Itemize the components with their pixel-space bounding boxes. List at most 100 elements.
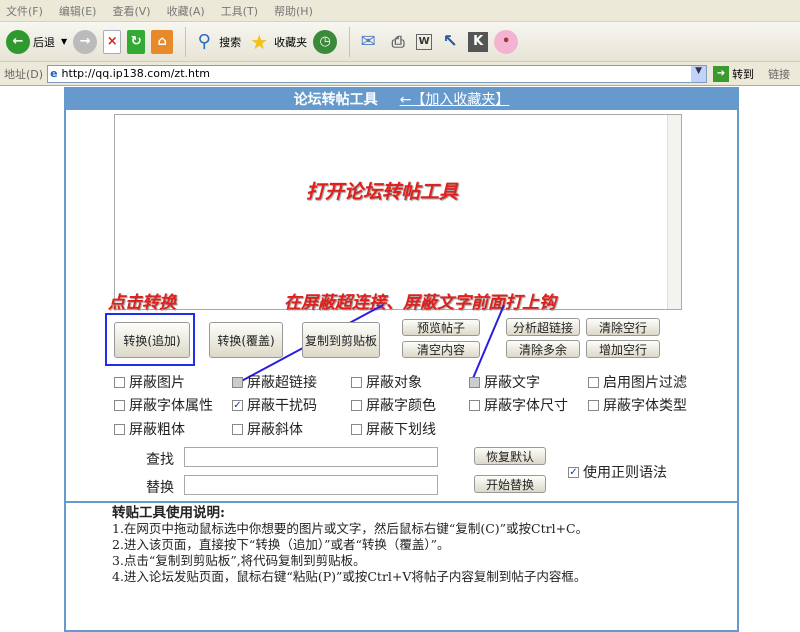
ie-page-icon: e bbox=[50, 67, 58, 80]
print-button[interactable]: ⎙ bbox=[386, 30, 410, 54]
address-url: http://qq.ip138.com/zt.htm bbox=[61, 67, 211, 80]
option-checkbox[interactable]: 屏蔽斜体 bbox=[232, 419, 303, 439]
pig-icon: • bbox=[494, 29, 519, 54]
instructions-title: 转贴工具使用说明: bbox=[112, 505, 225, 521]
option-checkbox[interactable]: 屏蔽字体尺寸 bbox=[469, 395, 568, 415]
checkbox-box[interactable] bbox=[114, 376, 125, 388]
menu-file[interactable]: 文件(F) bbox=[6, 3, 43, 19]
search-label: 搜索 bbox=[219, 35, 242, 49]
mail-button[interactable]: ✉ bbox=[356, 30, 380, 54]
option-label: 屏蔽文字 bbox=[484, 375, 540, 391]
history-icon: ◷ bbox=[313, 29, 338, 54]
preview-post-button[interactable]: 预览帖子 bbox=[402, 319, 480, 336]
find-input[interactable] bbox=[184, 447, 438, 467]
stop-button[interactable]: × bbox=[103, 29, 122, 54]
option-label: 屏蔽超链接 bbox=[247, 375, 317, 391]
divider bbox=[66, 501, 737, 503]
option-checkbox[interactable]: 启用图片过滤 bbox=[588, 372, 687, 392]
checkbox-box[interactable] bbox=[232, 423, 243, 435]
copy-clipboard-button[interactable]: 复制到剪贴板 bbox=[302, 322, 380, 358]
favorites-button[interactable]: ★ 收藏夹 bbox=[247, 30, 307, 54]
option-checkbox[interactable]: 屏蔽字颜色 bbox=[351, 395, 436, 415]
address-bar: 地址(D) e http://qq.ip138.com/zt.htm ▼ ➔ 转到 链… bbox=[0, 62, 800, 86]
home-icon: ⌂ bbox=[151, 29, 174, 54]
checkbox-box[interactable] bbox=[588, 376, 599, 388]
menu-favorites[interactable]: 收藏(A) bbox=[167, 3, 205, 19]
regex-checkbox[interactable]: ✓ 使用正则语法 bbox=[568, 462, 667, 482]
menu-view[interactable]: 查看(V) bbox=[112, 3, 150, 19]
checkbox-box[interactable]: ✓ bbox=[232, 399, 243, 411]
search-icon: ⚲ bbox=[197, 31, 211, 52]
option-checkbox[interactable]: 屏蔽文字 bbox=[469, 372, 540, 392]
go-button[interactable]: ➔ 转到 bbox=[713, 65, 754, 82]
option-checkbox[interactable]: 屏蔽字体属性 bbox=[114, 395, 213, 415]
chevron-down-icon[interactable]: ▼ bbox=[691, 65, 707, 82]
option-label: 屏蔽干扰码 bbox=[247, 398, 317, 414]
clear-blank-lines-button[interactable]: 清除空行 bbox=[586, 318, 660, 336]
checkbox-box[interactable] bbox=[351, 399, 362, 411]
refresh-button[interactable]: ↻ bbox=[127, 29, 146, 54]
go-arrow-icon: ➔ bbox=[713, 65, 730, 82]
toolbar-divider bbox=[349, 26, 351, 57]
checkbox-box[interactable] bbox=[469, 376, 480, 388]
analyze-links-button[interactable]: 分析超链接 bbox=[506, 318, 580, 336]
edit-button[interactable]: W bbox=[416, 33, 433, 50]
checkbox-box[interactable] bbox=[232, 376, 243, 388]
checkbox-box[interactable] bbox=[114, 423, 125, 435]
back-label: 后退 bbox=[33, 35, 55, 49]
option-checkbox[interactable]: 屏蔽下划线 bbox=[351, 419, 436, 439]
convert-overwrite-button[interactable]: 转换(覆盖) bbox=[209, 322, 283, 358]
forward-button[interactable]: → bbox=[73, 29, 98, 54]
option-checkbox[interactable]: 屏蔽对象 bbox=[351, 372, 422, 392]
menu-help[interactable]: 帮助(H) bbox=[274, 3, 313, 19]
menu-tools[interactable]: 工具(T) bbox=[221, 3, 258, 19]
replace-input[interactable] bbox=[184, 475, 438, 495]
address-input[interactable]: e http://qq.ip138.com/zt.htm ▼ bbox=[47, 64, 708, 83]
checkbox-box[interactable]: ✓ bbox=[568, 466, 579, 478]
annotation-arrows bbox=[105, 304, 505, 386]
option-label: 屏蔽对象 bbox=[366, 375, 422, 391]
forward-arrow-icon: → bbox=[73, 29, 98, 54]
add-blank-lines-button[interactable]: 增加空行 bbox=[586, 340, 660, 358]
pig-button[interactable]: • bbox=[494, 29, 519, 54]
links-button[interactable]: 链接 bbox=[768, 66, 790, 82]
menu-edit[interactable]: 编辑(E) bbox=[59, 3, 97, 19]
convert-append-button[interactable]: 转换(追加) bbox=[114, 322, 190, 358]
replace-label: 替换 bbox=[146, 480, 174, 496]
checkbox-box[interactable] bbox=[469, 399, 480, 411]
option-label: 屏蔽字体类型 bbox=[603, 398, 687, 414]
instruction-line: 2.进入该页面，直接按下“转换（追加）”或者“转换（覆盖）”。 bbox=[112, 537, 450, 552]
favorites-label: 收藏夹 bbox=[274, 35, 308, 49]
regex-label: 使用正则语法 bbox=[583, 465, 667, 481]
k-button[interactable]: K bbox=[468, 31, 489, 52]
find-label: 查找 bbox=[146, 452, 174, 468]
option-checkbox[interactable]: 屏蔽字体类型 bbox=[588, 395, 687, 415]
star-icon: ★ bbox=[250, 29, 269, 54]
option-checkbox[interactable]: ✓ 屏蔽干扰码 bbox=[232, 395, 317, 415]
checkbox-box[interactable] bbox=[351, 376, 362, 388]
stop-icon: × bbox=[103, 29, 122, 54]
option-label: 屏蔽字体属性 bbox=[129, 398, 213, 414]
back-button[interactable]: ← 后退 ▼ bbox=[6, 29, 67, 54]
instruction-line: 3.点击“复制到剪贴板”,将代码复制到剪贴板。 bbox=[112, 553, 366, 568]
clear-content-button[interactable]: 清空内容 bbox=[402, 341, 480, 358]
option-checkbox[interactable]: 屏蔽图片 bbox=[114, 372, 185, 392]
start-replace-button[interactable]: 开始替换 bbox=[474, 475, 546, 493]
home-button[interactable]: ⌂ bbox=[151, 29, 174, 54]
k-icon: K bbox=[468, 31, 489, 52]
toolbar: ← 后退 ▼ → × ↻ ⌂ ⚲ 搜索 ★ 收藏夹 ◷ ✉ ⎙ W ↖ K • bbox=[0, 22, 800, 62]
option-label: 启用图片过滤 bbox=[603, 375, 687, 391]
checkbox-box[interactable] bbox=[588, 399, 599, 411]
clear-extra-button[interactable]: 清除多余 bbox=[506, 340, 580, 358]
search-button[interactable]: ⚲ 搜索 bbox=[192, 30, 242, 54]
option-checkbox[interactable]: 屏蔽超链接 bbox=[232, 372, 317, 392]
restore-default-button[interactable]: 恢复默认 bbox=[474, 447, 546, 465]
option-checkbox[interactable]: 屏蔽粗体 bbox=[114, 419, 185, 439]
option-label: 屏蔽字体尺寸 bbox=[484, 398, 568, 414]
checkbox-box[interactable] bbox=[114, 399, 125, 411]
messenger-button[interactable]: ↖ bbox=[438, 30, 462, 54]
option-label: 屏蔽下划线 bbox=[366, 422, 436, 438]
printer-icon: ⎙ bbox=[391, 31, 405, 51]
checkbox-box[interactable] bbox=[351, 423, 362, 435]
history-button[interactable]: ◷ bbox=[313, 29, 338, 54]
